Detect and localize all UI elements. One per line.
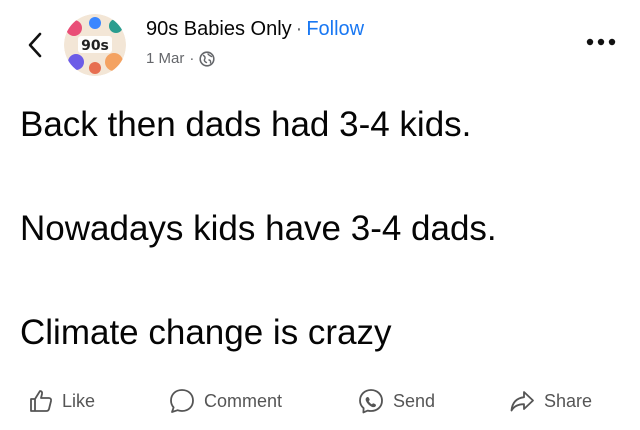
- send-label: Send: [393, 390, 436, 411]
- messenger-icon: [359, 389, 383, 414]
- post-text-line: Nowadays kids have 3-4 dads.: [20, 209, 497, 248]
- chevron-left-icon: [28, 32, 42, 58]
- follow-button[interactable]: Follow: [306, 18, 364, 40]
- post-action-bar: Like Comment Send Share: [0, 383, 640, 419]
- title-separator: ·: [295, 18, 303, 40]
- share-button[interactable]: Share: [508, 383, 592, 419]
- comment-button[interactable]: Comment: [168, 383, 282, 419]
- comment-label: Comment: [204, 390, 283, 411]
- share-arrow-icon: [510, 391, 534, 412]
- comment-bubble-icon: [170, 389, 194, 413]
- like-label: Like: [62, 390, 96, 411]
- globe-icon: [199, 50, 215, 67]
- more-options-button[interactable]: [584, 30, 618, 54]
- post-meta: 1 Mar ·: [146, 50, 215, 67]
- like-button[interactable]: Like: [28, 383, 95, 419]
- back-button[interactable]: [22, 28, 48, 62]
- page-name-link[interactable]: 90s Babies Only: [146, 18, 292, 40]
- page-avatar[interactable]: 90s: [64, 14, 126, 76]
- post-text-line: Back then dads had 3-4 kids.: [20, 105, 472, 144]
- more-dots-icon: [586, 38, 616, 46]
- page-title-line: 90s Babies Only · Follow: [146, 18, 364, 41]
- post-header: 90s 90s Babies Only · Follow 1 Mar ·: [0, 0, 640, 90]
- post-date[interactable]: 1 Mar: [146, 50, 184, 67]
- meta-separator: ·: [189, 50, 195, 67]
- thumbs-up-icon: [30, 390, 53, 412]
- send-button[interactable]: Send: [357, 383, 435, 419]
- avatar-logo-text: 90s: [81, 38, 109, 54]
- post-text-line: Climate change is crazy: [20, 313, 392, 352]
- share-label: Share: [544, 390, 593, 411]
